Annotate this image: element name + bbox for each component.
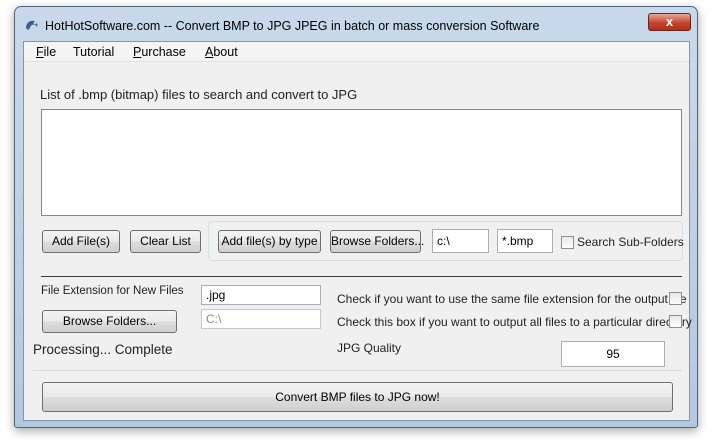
menu-purchase[interactable]: Purchase bbox=[133, 45, 186, 59]
menu-purchase-rest: urchase bbox=[141, 45, 186, 59]
same-extension-label: Check if you want to use the same file e… bbox=[337, 292, 687, 306]
search-subfolders-checkbox[interactable] bbox=[561, 236, 574, 249]
section-divider bbox=[41, 276, 682, 277]
clear-list-button[interactable]: Clear List bbox=[130, 230, 201, 253]
browse-output-folders-button[interactable]: Browse Folders... bbox=[42, 310, 177, 333]
app-window: HotHotSoftware.com -- Convert BMP to JPG… bbox=[14, 6, 698, 428]
close-button[interactable]: x bbox=[648, 13, 691, 31]
search-subfolders-label: Search Sub-Folders bbox=[577, 235, 684, 249]
add-by-type-button[interactable]: Add file(s) by type bbox=[218, 230, 321, 253]
menu-about[interactable]: About bbox=[205, 45, 238, 59]
file-extension-input[interactable] bbox=[201, 285, 321, 305]
file-pattern-input[interactable] bbox=[497, 229, 553, 253]
client-area: File Tutorial Purchase About List of .bm… bbox=[23, 41, 692, 421]
menu-about-rest: bout bbox=[213, 45, 238, 59]
window-title: HotHotSoftware.com -- Convert BMP to JPG… bbox=[45, 19, 540, 33]
particular-directory-label: Check this box if you want to output all… bbox=[337, 315, 692, 329]
jpg-quality-label: JPG Quality bbox=[337, 341, 402, 355]
menu-file-accel: F bbox=[36, 45, 44, 59]
footer-divider bbox=[33, 370, 682, 371]
menu-file[interactable]: File bbox=[36, 45, 56, 59]
particular-directory-checkbox[interactable] bbox=[669, 315, 682, 328]
jpg-quality-input[interactable] bbox=[561, 341, 665, 367]
file-list-label: List of .bmp (bitmap) files to search an… bbox=[40, 87, 358, 102]
browse-folders-button[interactable]: Browse Folders... bbox=[330, 230, 424, 253]
search-folder-input[interactable] bbox=[432, 229, 489, 253]
menu-tutorial[interactable]: Tutorial bbox=[73, 45, 114, 59]
same-extension-checkbox[interactable] bbox=[669, 292, 682, 305]
file-extension-label: File Extension for New Files bbox=[41, 285, 184, 297]
status-text: Processing... Complete bbox=[33, 342, 173, 357]
convert-now-button[interactable]: Convert BMP files to JPG now! bbox=[42, 382, 673, 412]
output-directory-input[interactable] bbox=[201, 309, 321, 329]
hothot-app-icon bbox=[26, 20, 38, 30]
menu-file-rest: ile bbox=[43, 45, 57, 59]
menu-bar: File Tutorial Purchase About bbox=[24, 42, 689, 62]
title-bar[interactable]: HotHotSoftware.com -- Convert BMP to JPG… bbox=[15, 7, 697, 41]
add-files-button[interactable]: Add File(s) bbox=[42, 230, 120, 253]
file-listbox[interactable] bbox=[41, 109, 682, 216]
